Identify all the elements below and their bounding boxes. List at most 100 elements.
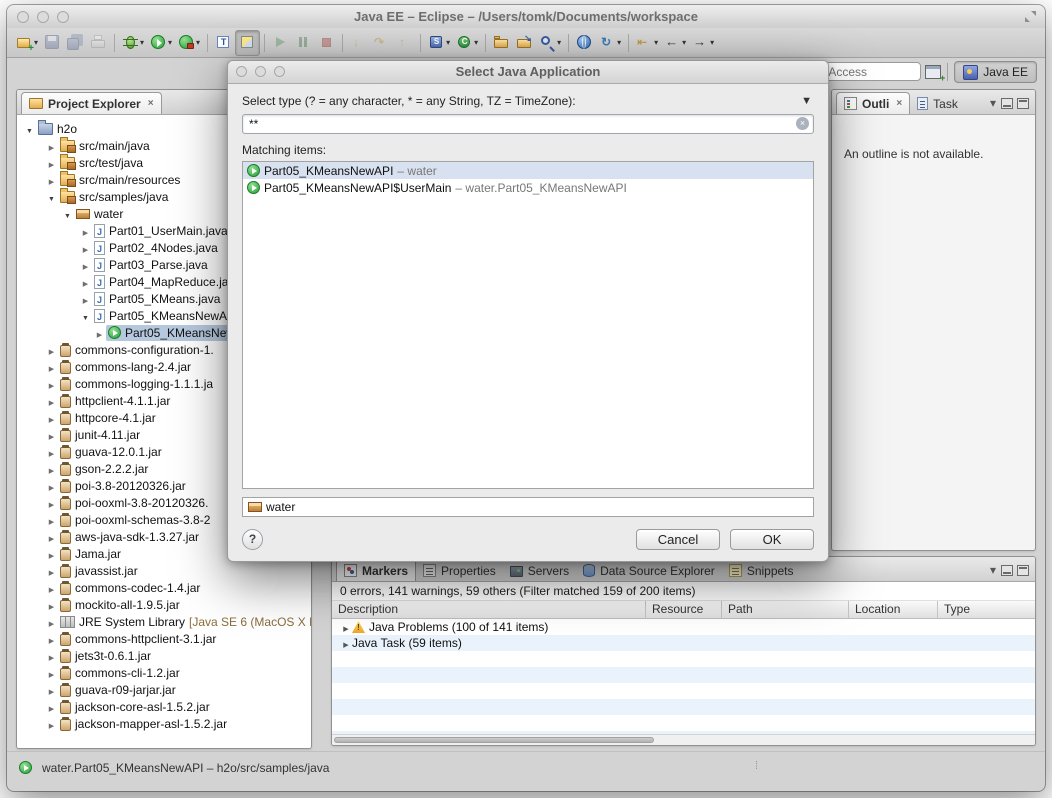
step-into-button[interactable] — [347, 31, 370, 55]
tree-item[interactable]: commons-cli-1.2.jar — [17, 664, 311, 681]
expand-arrow-icon[interactable] — [45, 343, 58, 357]
cancel-button[interactable]: Cancel — [636, 529, 720, 550]
tree-item[interactable]: jets3t-0.6.1.jar — [17, 647, 311, 664]
forward-button[interactable] — [689, 31, 717, 55]
expand-arrow-icon[interactable] — [45, 156, 58, 170]
expand-arrow-icon[interactable] — [79, 241, 92, 255]
expand-arrow-icon[interactable] — [23, 122, 36, 136]
column-header[interactable]: Description — [332, 601, 646, 618]
tree-item[interactable]: jackson-mapper-asl-1.5.2.jar — [17, 715, 311, 732]
tab-project-explorer[interactable]: Project Explorer × — [21, 92, 162, 114]
sync-button[interactable] — [596, 31, 624, 55]
back-button[interactable] — [661, 31, 689, 55]
java-ee-perspective-button[interactable]: Java EE — [954, 61, 1037, 83]
expand-arrow-icon[interactable] — [79, 258, 92, 272]
expand-arrow-icon[interactable] — [45, 173, 58, 187]
tree-item[interactable]: mockito-all-1.9.5.jar — [17, 596, 311, 613]
tab-data-source-explorer[interactable]: Data Source Explorer — [576, 560, 722, 581]
help-button[interactable]: ? — [242, 529, 263, 550]
expand-arrow-icon[interactable] — [45, 632, 58, 646]
open-resource-button[interactable] — [490, 31, 513, 55]
tree-item[interactable]: commons-codec-1.4.jar — [17, 579, 311, 596]
close-button[interactable] — [17, 11, 29, 23]
expand-arrow-icon[interactable] — [45, 547, 58, 561]
column-header[interactable]: Type — [938, 601, 1035, 618]
dialog-menu-icon[interactable]: ▼ — [799, 95, 814, 107]
minimize-view-icon[interactable] — [1001, 565, 1013, 576]
close-icon[interactable]: × — [896, 98, 902, 109]
suspend-button[interactable] — [292, 31, 315, 55]
new-wizard-button[interactable] — [13, 31, 41, 55]
marker-row[interactable]: Java Task (59 items) — [332, 635, 1035, 651]
tab-outline[interactable]: Outli × — [836, 92, 910, 114]
open-perspective-icon[interactable] — [925, 65, 941, 79]
tab-markers[interactable]: Markers — [336, 559, 416, 581]
expand-arrow-icon[interactable] — [45, 683, 58, 697]
tree-item[interactable]: commons-httpclient-3.1.jar — [17, 630, 311, 647]
minimize-button[interactable] — [37, 11, 49, 23]
matching-item[interactable]: Part05_KMeansNewAPI – water — [243, 162, 813, 179]
expand-arrow-icon[interactable] — [340, 636, 352, 650]
expand-arrow-icon[interactable] — [45, 360, 58, 374]
expand-arrow-icon[interactable] — [45, 377, 58, 391]
run-button[interactable] — [147, 31, 175, 55]
column-header[interactable]: Resource — [646, 601, 722, 618]
expand-arrow-icon[interactable] — [45, 394, 58, 408]
expand-arrow-icon[interactable] — [45, 581, 58, 595]
marker-row[interactable]: Java Problems (100 of 141 items) — [332, 619, 1035, 635]
expand-arrow-icon[interactable] — [45, 564, 58, 578]
zoom-button[interactable] — [57, 11, 69, 23]
type-filter-input[interactable] — [242, 114, 814, 134]
expand-arrow-icon[interactable] — [79, 309, 92, 323]
expand-arrow-icon[interactable] — [45, 598, 58, 612]
view-menu-icon[interactable]: ▾ — [987, 92, 999, 114]
ok-button[interactable]: OK — [730, 529, 814, 550]
tree-item[interactable]: JRE System Library [Java SE 6 (MacOS X D… — [17, 613, 311, 630]
web-browser-button[interactable] — [573, 31, 596, 55]
mark-occurrences-toggle[interactable] — [235, 30, 260, 56]
step-return-button[interactable] — [393, 31, 416, 55]
expand-arrow-icon[interactable] — [45, 462, 58, 476]
expand-arrow-icon[interactable] — [45, 513, 58, 527]
search-button[interactable] — [536, 31, 564, 55]
clear-icon[interactable]: × — [796, 117, 809, 130]
horizontal-scrollbar[interactable] — [332, 734, 1035, 745]
new-servlet-button[interactable] — [425, 31, 453, 55]
dialog-zoom-button[interactable] — [274, 66, 285, 77]
expand-arrow-icon[interactable] — [45, 479, 58, 493]
tab-snippets[interactable]: Snippets — [722, 560, 801, 581]
close-icon[interactable]: × — [148, 98, 154, 109]
tab-properties[interactable]: Properties — [416, 560, 503, 581]
dialog-minimize-button[interactable] — [255, 66, 266, 77]
expand-arrow-icon[interactable] — [45, 649, 58, 663]
expand-arrow-icon[interactable] — [79, 224, 92, 238]
dialog-titlebar[interactable]: Select Java Application — [228, 61, 828, 84]
expand-arrow-icon[interactable] — [45, 700, 58, 714]
tree-item[interactable]: jackson-core-asl-1.5.2.jar — [17, 698, 311, 715]
expand-arrow-icon[interactable] — [45, 428, 58, 442]
print-button[interactable] — [87, 31, 110, 55]
expand-arrow-icon[interactable] — [45, 666, 58, 680]
tree-item[interactable]: javassist.jar — [17, 562, 311, 579]
new-class-button[interactable] — [453, 31, 481, 55]
maximize-view-icon[interactable] — [1017, 565, 1029, 576]
column-header[interactable]: Location — [849, 601, 938, 618]
column-header[interactable]: Path — [722, 601, 849, 618]
terminate-button[interactable] — [315, 31, 338, 55]
view-menu-icon[interactable]: ▾ — [987, 559, 999, 581]
save-all-button[interactable] — [64, 31, 87, 55]
maximize-view-icon[interactable] — [1017, 98, 1029, 109]
resume-button[interactable] — [269, 31, 292, 55]
dialog-close-button[interactable] — [236, 66, 247, 77]
expand-arrow-icon[interactable] — [340, 620, 352, 634]
tree-item[interactable]: guava-r09-jarjar.jar — [17, 681, 311, 698]
window-titlebar[interactable]: Java EE – Eclipse – /Users/tomk/Document… — [7, 5, 1045, 29]
external-tools-button[interactable] — [175, 31, 203, 55]
matching-item[interactable]: Part05_KMeansNewAPI$UserMain – water.Par… — [243, 179, 813, 196]
expand-arrow-icon[interactable] — [45, 190, 58, 204]
minimize-view-icon[interactable] — [1001, 98, 1013, 109]
expand-arrow-icon[interactable] — [45, 411, 58, 425]
open-type-button[interactable] — [212, 31, 235, 55]
import-button[interactable] — [513, 31, 536, 55]
expand-arrow-icon[interactable] — [79, 292, 92, 306]
